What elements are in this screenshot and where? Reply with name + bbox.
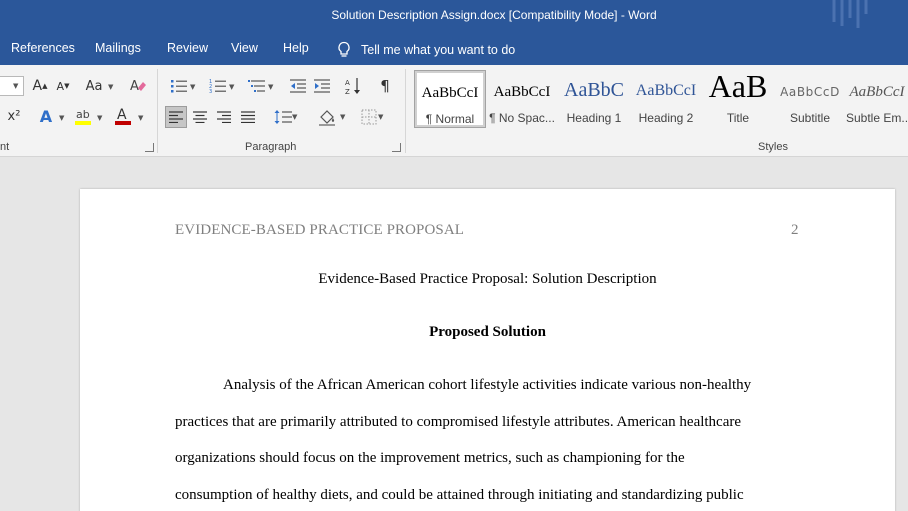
- style-normal[interactable]: AaBbCcI ¶ Normal: [414, 70, 486, 128]
- style-heading-1[interactable]: AaBbC Heading 1: [558, 70, 630, 128]
- paragraph-line: consumption of healthy diets, and could …: [175, 487, 744, 503]
- page-number: 2: [791, 222, 799, 238]
- style-preview: AaBbCcD: [780, 85, 840, 99]
- paragraph-line: organizations should focus on the improv…: [175, 450, 685, 466]
- tell-me-search[interactable]: Tell me what you want to do: [337, 41, 515, 58]
- title-bar-decoration: [832, 0, 868, 28]
- style-preview: AaBbCcI: [635, 82, 697, 99]
- grow-font-icon[interactable]: A ▲: [30, 76, 50, 96]
- style-preview: AaBbCcI: [849, 84, 905, 100]
- bullets-icon[interactable]: ▼: [166, 76, 195, 96]
- tab-view[interactable]: View: [231, 41, 258, 55]
- document-title: Evidence-Based Practice Proposal: Soluti…: [318, 271, 657, 287]
- style-title[interactable]: AaB Title: [702, 70, 774, 128]
- document-page[interactable]: EVIDENCE-BASED PRACTICE PROPOSAL 2 Evide…: [80, 189, 895, 511]
- highlight-color-icon[interactable]: ab ▼: [72, 106, 102, 126]
- document-area[interactable]: EVIDENCE-BASED PRACTICE PROPOSAL 2 Evide…: [0, 157, 908, 511]
- svg-text:A: A: [117, 107, 127, 123]
- running-head: EVIDENCE-BASED PRACTICE PROPOSAL: [175, 222, 465, 238]
- style-preview: AaB: [708, 70, 768, 104]
- style-name: Title: [726, 111, 750, 125]
- ribbon: ▼ A ▲ A ▼ Aa ▼ A x² A ▼ ab ▼ A ▼ nt ▼ 123 ▼ …: [0, 65, 908, 157]
- change-case-icon[interactable]: Aa ▼: [82, 76, 114, 96]
- style-name: ¶ No Spac...: [489, 111, 555, 125]
- svg-text:A: A: [345, 79, 350, 87]
- borders-icon[interactable]: ▼: [354, 106, 384, 128]
- svg-text:Z: Z: [345, 88, 350, 95]
- shading-icon[interactable]: ▼: [312, 106, 345, 128]
- decrease-indent-icon[interactable]: [288, 76, 308, 96]
- tab-help[interactable]: Help: [283, 41, 309, 55]
- font-size-box[interactable]: ▼: [0, 76, 24, 96]
- text-effects-icon[interactable]: A ▼: [36, 106, 65, 126]
- paragraph-line: practices that are primarily attributed …: [175, 414, 742, 430]
- style-name: Heading 2: [638, 111, 694, 125]
- section-heading: Proposed Solution: [429, 324, 546, 340]
- tab-review[interactable]: Review: [167, 41, 208, 55]
- style-name: Subtle Em...: [846, 111, 908, 125]
- style-preview: AaBbCcI: [421, 85, 479, 101]
- justify-icon[interactable]: [238, 106, 258, 128]
- svg-text:A: A: [130, 79, 139, 94]
- style-preview: AaBbC: [564, 79, 624, 101]
- align-left-icon[interactable]: [165, 106, 187, 128]
- svg-text:3: 3: [209, 89, 212, 94]
- tab-references[interactable]: References: [11, 41, 75, 55]
- font-group-label: nt: [0, 141, 10, 153]
- paragraph-line: Analysis of the African American cohort …: [223, 377, 752, 393]
- line-spacing-icon[interactable]: ▼: [268, 106, 298, 128]
- superscript-icon[interactable]: x²: [4, 106, 24, 126]
- font-color-icon[interactable]: A ▼: [112, 106, 143, 126]
- style-preview: AaBbCcI: [493, 84, 551, 100]
- ribbon-tabs: References Mailings Review View Help Tel…: [0, 32, 908, 65]
- window-title: Solution Description Assign.docx [Compat…: [331, 8, 657, 22]
- align-right-icon[interactable]: [214, 106, 234, 128]
- paragraph-group-label: Paragraph: [245, 141, 297, 153]
- show-formatting-marks-icon[interactable]: ¶: [375, 76, 395, 96]
- increase-indent-icon[interactable]: [312, 76, 332, 96]
- group-separator: [405, 69, 406, 153]
- paragraph-dialog-launcher-icon[interactable]: [392, 143, 401, 152]
- style-name: Subtitle: [789, 111, 831, 125]
- align-center-icon[interactable]: [190, 106, 210, 128]
- style-name: ¶ Normal: [425, 112, 475, 126]
- style-heading-2[interactable]: AaBbCcI Heading 2: [630, 70, 702, 128]
- style-subtle-emphasis[interactable]: AaBbCcI Subtle Em...: [846, 70, 908, 128]
- group-separator: [157, 69, 158, 153]
- styles-gallery: AaBbCcI ¶ Normal AaBbCcI ¶ No Spac... Aa…: [412, 70, 908, 132]
- font-dialog-launcher-icon[interactable]: [145, 143, 154, 152]
- tell-me-label: Tell me what you want to do: [361, 42, 516, 57]
- shrink-font-icon[interactable]: A ▼: [54, 76, 72, 96]
- style-subtitle[interactable]: AaBbCcD Subtitle: [774, 70, 846, 128]
- clear-formatting-icon[interactable]: A: [127, 76, 149, 96]
- lightbulb-icon: [338, 41, 350, 57]
- style-name: Heading 1: [566, 111, 622, 125]
- multilevel-list-icon[interactable]: ▼: [244, 76, 273, 96]
- svg-text:ab: ab: [76, 108, 90, 121]
- style-no-spacing[interactable]: AaBbCcI ¶ No Spac...: [486, 70, 558, 128]
- styles-group-label: Styles: [758, 141, 788, 153]
- numbering-icon[interactable]: 123 ▼: [205, 76, 234, 96]
- tab-mailings[interactable]: Mailings: [95, 41, 141, 55]
- title-bar: Solution Description Assign.docx [Compat…: [0, 0, 908, 32]
- sort-icon[interactable]: AZ: [344, 76, 364, 96]
